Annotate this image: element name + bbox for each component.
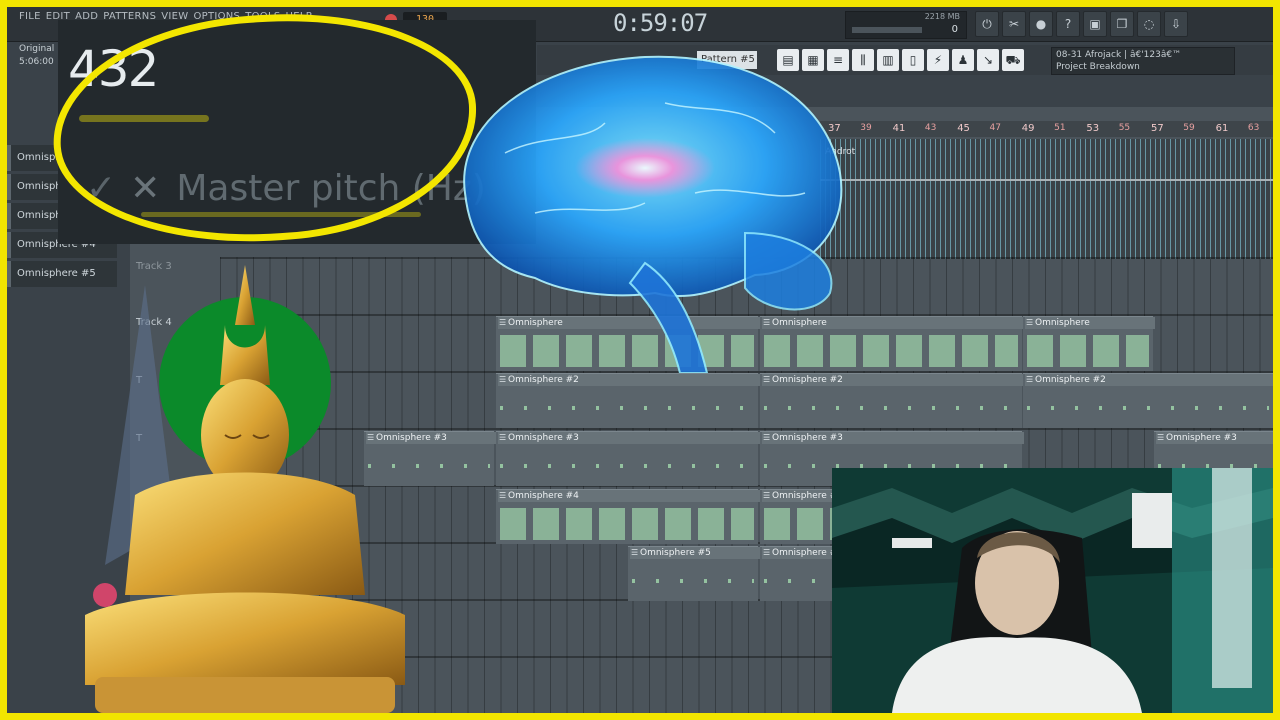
pattern-clip[interactable]: Omnisphere #3 bbox=[496, 431, 760, 486]
ruler-number: 43 bbox=[924, 123, 937, 133]
clip-notes bbox=[500, 450, 754, 482]
clip-title: Omnisphere #2 bbox=[762, 374, 1024, 386]
hint-line-1: 08-31 Afrojack | â€'123â€™ bbox=[1056, 50, 1182, 60]
microphone-icon[interactable]: ● bbox=[1029, 11, 1053, 37]
pattern-clip[interactable]: Omnisphere #4 bbox=[496, 489, 760, 544]
pattern-clip[interactable]: Omnisphere #2 bbox=[1023, 373, 1273, 428]
webcam-feed-image bbox=[832, 468, 1273, 713]
question-icon[interactable]: ? bbox=[1056, 11, 1080, 37]
clip-title: Omnisphere #2 bbox=[498, 374, 760, 386]
daw-window: FILE EDIT ADD PATTERNS VIEW OPTIONS TOOL… bbox=[7, 7, 1273, 713]
ruler-number: 45 bbox=[957, 123, 970, 134]
ruler-number: 63 bbox=[1247, 123, 1260, 133]
ruler-number: 49 bbox=[1021, 123, 1035, 134]
arrow-icon[interactable]: ↘ bbox=[977, 49, 999, 71]
brain-illustration bbox=[463, 55, 843, 373]
ruler-number: 53 bbox=[1086, 123, 1100, 134]
audio-waveform bbox=[820, 139, 1273, 259]
pattern-clip[interactable]: Omnisphere #5 bbox=[628, 546, 760, 601]
plugin-icon[interactable]: ⚡ bbox=[927, 49, 949, 71]
cpu-meter: 2218 MB 0 bbox=[845, 11, 967, 39]
clip-notes bbox=[764, 565, 836, 597]
clip-title: Omnisphere #2 bbox=[1025, 374, 1273, 386]
cpu-bar bbox=[852, 27, 922, 33]
person-icon[interactable]: ♟ bbox=[952, 49, 974, 71]
clip-notes bbox=[500, 392, 754, 424]
ruler-number: 57 bbox=[1151, 123, 1164, 134]
ruler-number: 55 bbox=[1118, 123, 1131, 133]
clip-notes bbox=[764, 508, 836, 540]
ruler-number: 41 bbox=[892, 123, 906, 134]
copy-icon[interactable]: ❐ bbox=[1110, 11, 1134, 37]
clip-notes bbox=[500, 508, 754, 540]
memory-readout: 2218 MB bbox=[924, 12, 960, 21]
pattern-clip[interactable]: Omnisphere #5 bbox=[760, 546, 842, 601]
scissors-icon[interactable]: ✂ bbox=[1002, 11, 1026, 37]
clip-notes bbox=[1027, 335, 1149, 367]
ruler-number: 61 bbox=[1215, 123, 1229, 134]
cpu-value: 0 bbox=[951, 24, 958, 35]
timeline-ruler[interactable]: 37 39 41 43 45 47 49 51 53 55 57 59 61 63 bbox=[820, 121, 1273, 137]
download-icon[interactable]: ⇩ bbox=[1164, 11, 1188, 37]
browser-icon[interactable]: ▯ bbox=[902, 49, 924, 71]
ruler-number: 47 bbox=[989, 123, 1001, 133]
channel-rack-icon[interactable]: ▥ bbox=[877, 49, 899, 71]
clip-title: Omnisphere #4 bbox=[498, 490, 760, 502]
pattern-clip[interactable]: Omnisphere #2 bbox=[760, 373, 1024, 428]
song-time: 0:59:07 bbox=[613, 9, 708, 37]
audio-centerline bbox=[820, 179, 1273, 181]
hint-panel[interactable]: 08-31 Afrojack | â€'123â€™ Project Break… bbox=[1051, 47, 1235, 75]
ruler-number: 59 bbox=[1183, 123, 1195, 133]
clip-title: Omnisphere #5 bbox=[630, 547, 760, 559]
pattern-clip[interactable]: Omnisphere #4 bbox=[760, 489, 842, 544]
clip-notes bbox=[764, 392, 1018, 424]
save-icon[interactable]: ▣ bbox=[1083, 11, 1107, 37]
cart-icon[interactable]: ⛟ bbox=[1002, 49, 1024, 71]
clip-title: Omnisphere #3 bbox=[1156, 432, 1273, 444]
thumbnail-frame: FILE EDIT ADD PATTERNS VIEW OPTIONS TOOL… bbox=[0, 0, 1280, 720]
power-icon[interactable]: ⏻ bbox=[975, 11, 999, 37]
clip-notes bbox=[1027, 392, 1269, 424]
clip-title: Omnisphere #5 bbox=[762, 547, 842, 559]
hint-line-2: Project Breakdown bbox=[1056, 62, 1140, 72]
clip-title: Omnisphere #3 bbox=[762, 432, 1024, 444]
clip-title: Omnisphere bbox=[1025, 317, 1155, 329]
chat-icon[interactable]: ◌ bbox=[1137, 11, 1161, 37]
ruler-number: 51 bbox=[1054, 123, 1066, 133]
toolbar-icons: ⏻ ✂ ● ? ▣ ❐ ◌ ⇩ bbox=[975, 11, 1188, 37]
clip-notes bbox=[632, 565, 754, 597]
clip-title: Omnisphere #3 bbox=[498, 432, 760, 444]
clip-title: Omnisphere #4 bbox=[762, 490, 842, 502]
pattern-clip[interactable]: Omnisphere #2 bbox=[496, 373, 760, 428]
pattern-clip[interactable]: Omnisphere bbox=[1023, 316, 1155, 371]
menu-file[interactable]: FILE bbox=[19, 11, 41, 22]
buddha-statue-image bbox=[85, 265, 405, 713]
